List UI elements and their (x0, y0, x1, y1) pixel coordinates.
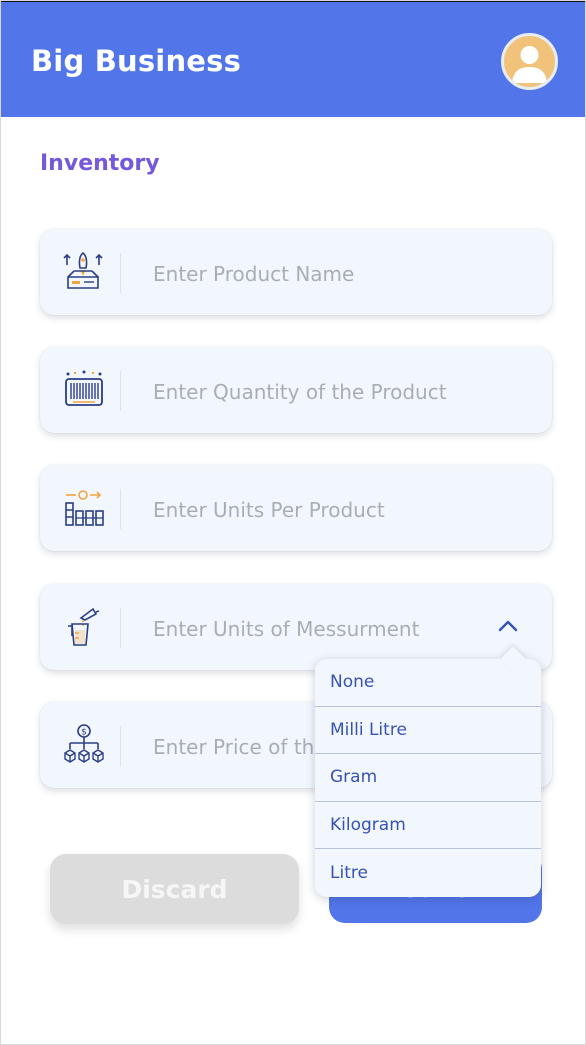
field-divider (120, 726, 121, 766)
field-divider (120, 253, 121, 293)
dropdown-option-litre[interactable]: Litre (315, 849, 541, 897)
dropdown-option-milli-litre[interactable]: Milli Litre (315, 707, 541, 754)
dropdown-option-kilogram[interactable]: Kilogram (315, 802, 541, 849)
page-title: Inventory (40, 151, 160, 176)
units-of-measurement-select[interactable]: Enter Units of Messurment (40, 584, 552, 670)
user-avatar[interactable] (501, 33, 558, 90)
discard-button[interactable]: Discard (50, 854, 299, 924)
dropdown-option-none[interactable]: None (315, 659, 541, 707)
quantity-field[interactable]: Enter Quantity of the Product (40, 347, 552, 433)
product-name-field[interactable]: Enter Product Name (40, 229, 552, 315)
measuring-cup-icon (63, 606, 105, 648)
units-per-product-field[interactable]: Enter Units Per Product (40, 465, 552, 551)
app-header: Big Business (0, 0, 586, 117)
units-per-product-placeholder: Enter Units Per Product (153, 498, 385, 522)
product-name-placeholder: Enter Product Name (153, 262, 355, 286)
chevron-up-icon[interactable] (496, 616, 520, 636)
barcode-icon (63, 369, 105, 411)
price-placeholder: Enter Price of th (153, 735, 315, 759)
quantity-placeholder: Enter Quantity of the Product (153, 380, 447, 404)
field-divider (120, 371, 121, 411)
svg-text:$: $ (81, 728, 87, 738)
product-launch-icon (63, 251, 105, 293)
units-dropdown-menu: None Milli Litre Gram Kilogram Litre (315, 646, 541, 897)
dropdown-option-gram[interactable]: Gram (315, 754, 541, 802)
boxes-settings-icon (63, 487, 105, 529)
user-silhouette-icon (512, 46, 547, 83)
price-hierarchy-icon: $ (63, 724, 105, 766)
field-divider (120, 489, 121, 529)
units-of-measurement-placeholder: Enter Units of Messurment (153, 617, 420, 641)
field-divider (120, 608, 121, 648)
app-title: Big Business (31, 44, 242, 78)
